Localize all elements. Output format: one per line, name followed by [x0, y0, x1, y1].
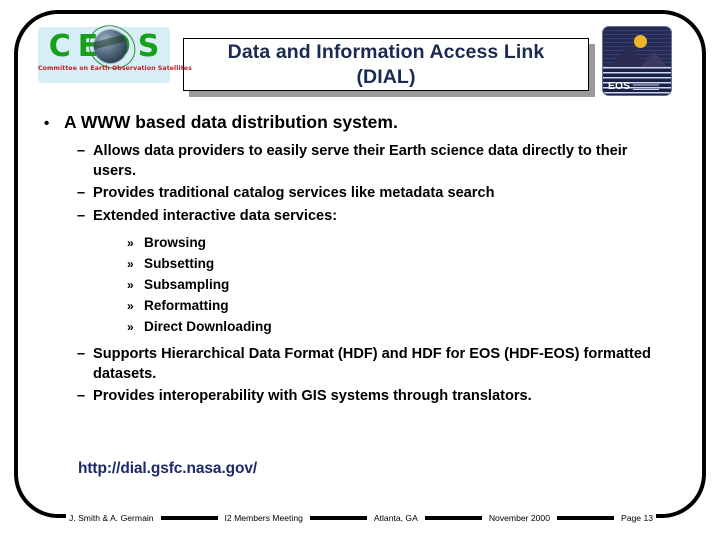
bullet-level2-text: Allows data providers to easily serve th…: [93, 143, 628, 179]
bullet-marker-level3: »: [127, 299, 134, 313]
bullet-marker-level1: •: [44, 115, 50, 132]
bullet-level2-item: – Allows data providers to easily serve …: [44, 142, 674, 181]
ceos-logo-tagline: Committee on Earth Observation Satellite…: [38, 65, 192, 72]
footer-page-number: Page 13: [621, 513, 654, 523]
services-list: » Browsing » Subsetting » Subsampling » …: [44, 234, 674, 335]
footer-location: Atlanta, GA: [373, 513, 418, 523]
page-title-line-1: Data and Information Access Link: [227, 40, 545, 63]
bullet-level2-text: Extended interactive data services:: [93, 207, 338, 224]
bullet-marker-level2: –: [77, 143, 86, 159]
bullet-level2-item: – Supports Hierarchical Data Format (HDF…: [44, 345, 674, 384]
slide-content: • A WWW based data distribution system. …: [44, 112, 674, 410]
page-title: Data and Information Access Link (DIAL): [228, 40, 545, 90]
bullet-level2-text: Provides interoperability with GIS syste…: [93, 388, 532, 404]
bullet-level3-item: » Subsetting: [44, 255, 674, 272]
site-url-link[interactable]: http://dial.gsfc.nasa.gov/: [78, 460, 257, 478]
footer-divider: [160, 516, 218, 520]
bullet-level1-text: A WWW based data distribution system.: [64, 112, 398, 132]
eos-logo-wordmark: [633, 82, 659, 91]
bullet-level3-item: » Browsing: [44, 234, 674, 251]
bullet-level3-item: » Direct Downloading: [44, 318, 674, 335]
bullet-level3-text: Reformatting: [144, 298, 229, 313]
bullet-level1-main: • A WWW based data distribution system.: [44, 112, 674, 133]
bullet-marker-level2: –: [77, 207, 86, 224]
slide-footer: J. Smith & A. Germain I2 Members Meeting…: [66, 509, 656, 527]
bullet-level2-item: – Extended interactive data services:: [44, 207, 674, 227]
eos-logo-label: EOS: [608, 81, 631, 92]
bullet-level3-text: Browsing: [144, 235, 206, 250]
footer-divider: [424, 516, 482, 520]
footer-divider: [557, 516, 614, 520]
footer-authors: J. Smith & A. Germain: [69, 513, 154, 523]
globe-icon: [94, 30, 127, 63]
footer-date: November 2000: [488, 513, 550, 523]
bullet-marker-level2: –: [77, 346, 86, 362]
bullet-marker-level3: »: [127, 236, 134, 250]
page-title-line-2: (DIAL): [356, 65, 416, 88]
bullet-level3-item: » Reformatting: [44, 297, 674, 314]
ceos-logo: CEOS Committee on Earth Observation Sate…: [38, 17, 192, 83]
bullet-marker-level2: –: [77, 388, 86, 404]
bullet-level3-text: Subsetting: [144, 256, 215, 271]
bullet-marker-level3: »: [127, 320, 134, 334]
bullet-marker-level3: »: [127, 257, 134, 271]
bullet-level2-item: – Provides traditional catalog services …: [44, 184, 674, 204]
footer-event: I2 Members Meeting: [224, 513, 303, 523]
title-box: Data and Information Access Link (DIAL): [183, 38, 589, 91]
bullet-level3-text: Direct Downloading: [144, 319, 272, 334]
bullet-level2-item: – Provides interoperability with GIS sys…: [44, 387, 674, 407]
bullet-level2-text: Supports Hierarchical Data Format (HDF) …: [93, 346, 651, 382]
bullet-marker-level2: –: [77, 185, 86, 201]
bullet-level3-item: » Subsampling: [44, 276, 674, 293]
eos-logo: EOS: [602, 26, 672, 96]
bullet-marker-level3: »: [127, 278, 134, 292]
bullet-level3-text: Subsampling: [144, 277, 230, 292]
bullet-level2-text: Provides traditional catalog services li…: [93, 185, 495, 201]
footer-divider: [309, 516, 367, 520]
